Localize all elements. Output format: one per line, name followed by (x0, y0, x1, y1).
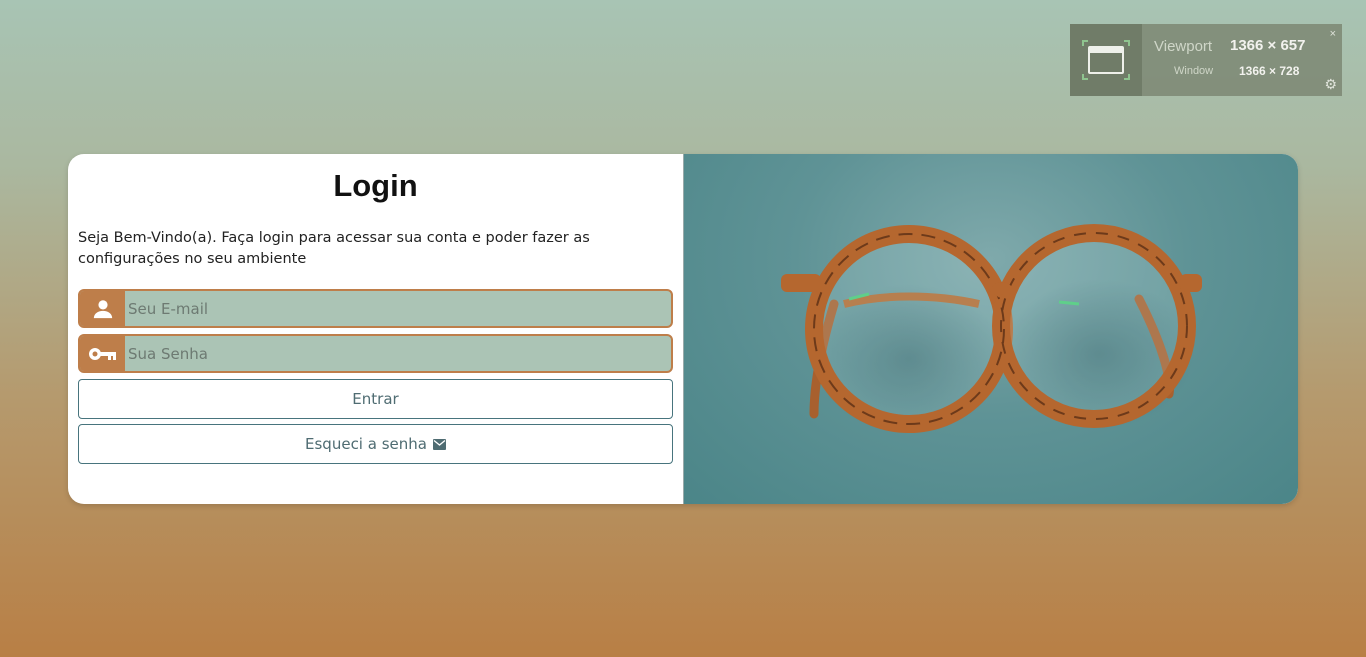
viewport-label: Viewport (1154, 38, 1213, 55)
login-card: Login Seja Bem-Vindo(a). Faça login para… (68, 154, 1298, 504)
email-input[interactable] (128, 291, 668, 326)
user-icon (80, 291, 125, 326)
close-icon[interactable]: × (1330, 28, 1336, 40)
eyeglasses-illustration (781, 224, 1202, 434)
welcome-text: Seja Bem-Vindo(a). Faça login para acess… (78, 230, 590, 267)
page-title: Login (333, 168, 418, 203)
viewport-size-overlay: Viewport 1366 × 657 Window 1366 × 728 × … (1070, 24, 1342, 96)
envelope-icon (432, 438, 446, 450)
eyeglasses-photo (683, 154, 1298, 504)
key-icon (80, 336, 125, 371)
window-label: Window (1174, 65, 1214, 77)
password-field-group (78, 334, 673, 373)
viewport-icon (1070, 24, 1142, 96)
viewport-value: 1366 × 657 (1230, 37, 1306, 54)
login-button-label: Entrar (352, 390, 399, 408)
gear-icon[interactable]: ⚙ (1324, 76, 1337, 93)
email-field-group (78, 289, 673, 328)
forgot-password-label: Esqueci a senha (305, 435, 427, 453)
password-input[interactable] (128, 336, 668, 371)
browser-window-icon (1088, 46, 1124, 74)
login-form-panel: Login Seja Bem-Vindo(a). Faça login para… (68, 154, 683, 504)
window-value: 1366 × 728 (1239, 64, 1300, 78)
login-button[interactable]: Entrar (78, 379, 673, 419)
forgot-password-button[interactable]: Esqueci a senha (78, 424, 673, 464)
